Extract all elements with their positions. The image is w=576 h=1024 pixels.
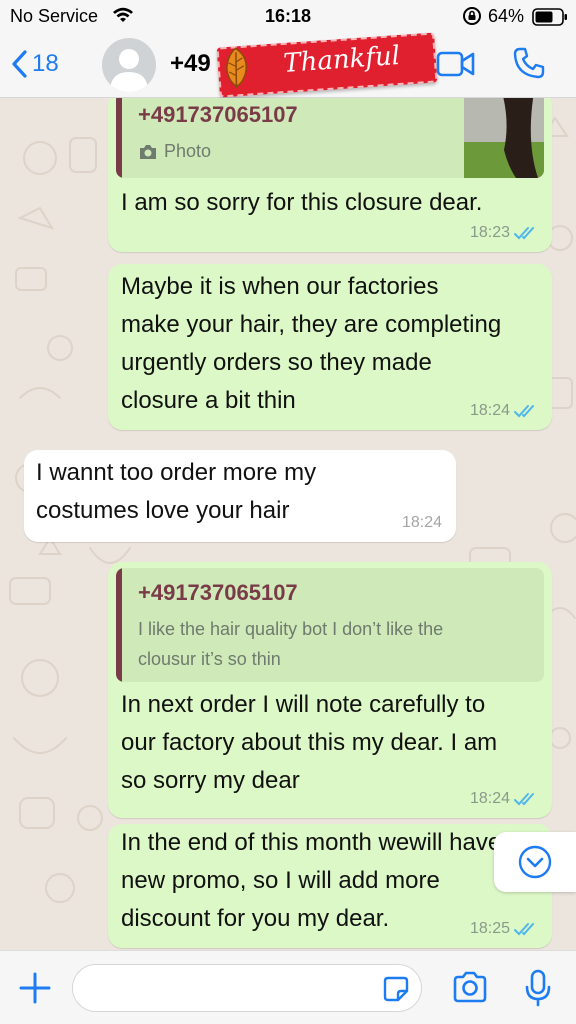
message-time: 18:24 <box>401 514 442 531</box>
chat-area[interactable]: +491737065107 Photo I am so sorry for th… <box>0 98 576 950</box>
quote-body: Photo <box>164 141 212 161</box>
unread-count: 18 <box>32 50 59 77</box>
message-input[interactable] <box>72 964 422 1012</box>
message-meta: 18:25 <box>470 920 538 938</box>
message-text: In next order I will note carefully to o… <box>121 686 497 800</box>
scroll-to-bottom-button[interactable] <box>494 832 576 892</box>
battery-icon <box>532 8 568 31</box>
leaf-icon <box>226 47 247 89</box>
plus-icon <box>19 972 51 1004</box>
chevron-left-icon <box>12 50 27 78</box>
person-icon <box>110 49 148 92</box>
chat-header: 18 +49 Thankful <box>0 32 576 98</box>
message-bubble-incoming[interactable]: I wannt too order more my costumes love … <box>24 450 456 542</box>
camera-button[interactable] <box>452 971 488 1008</box>
status-bar: No Service 16:18 64% <box>0 0 576 32</box>
video-camera-icon <box>436 51 475 77</box>
message-bubble-outgoing[interactable]: Maybe it is when our factories make your… <box>108 264 552 430</box>
double-check-icon <box>514 923 534 936</box>
message-time: 18:24 <box>469 402 510 419</box>
message-line: urgently orders so they made <box>121 349 432 376</box>
message-line: discount for you my dear. <box>121 905 390 932</box>
message-line: In the end of this month wewill have <box>121 829 502 856</box>
quote-line: I like the hair quality bot I don’t like… <box>138 619 444 639</box>
message-meta: 18:24 <box>470 790 538 808</box>
message-text: I wannt too order more my costumes love … <box>36 454 316 530</box>
quote-line: clousur it’s so thin <box>138 649 281 669</box>
message-line: new promo, so I will add more <box>121 867 440 894</box>
message-time: 18:24 <box>469 790 510 807</box>
camera-icon <box>453 971 487 1003</box>
battery-percent: 64% <box>488 6 525 26</box>
sticker-icon <box>383 976 409 1002</box>
quote-bar <box>116 98 122 178</box>
message-line: so sorry my dear <box>121 767 300 794</box>
message-line: I wannt too order more my <box>36 459 317 486</box>
thankful-sticker: Thankful <box>216 28 438 101</box>
phone-icon <box>513 47 545 79</box>
attach-button[interactable] <box>18 971 52 1010</box>
orientation-lock-icon <box>462 6 482 31</box>
message-bubble-outgoing[interactable]: +491737065107 I like the hair quality bo… <box>108 562 552 818</box>
message-line: make your hair, they are completing <box>121 311 502 338</box>
input-bar <box>0 950 576 1024</box>
voice-call-button[interactable] <box>512 46 546 85</box>
contact-name[interactable]: +49 <box>170 50 211 78</box>
sticker-button[interactable] <box>382 975 410 1008</box>
message-time: 18:25 <box>469 920 510 937</box>
quote-sender: +491737065107 <box>138 102 298 127</box>
photo-thumbnail[interactable] <box>464 98 544 178</box>
message-bubble-outgoing[interactable]: +491737065107 Photo I am so sorry for th… <box>108 98 552 252</box>
double-check-icon <box>514 405 534 418</box>
message-meta: 18:24 <box>402 514 442 532</box>
back-button[interactable]: 18 <box>10 46 59 82</box>
message-bubble-outgoing[interactable]: In the end of this month wewill have new… <box>108 824 552 948</box>
chevron-down-circle-icon <box>518 845 552 879</box>
quoted-message[interactable]: +491737065107 Photo <box>116 98 544 178</box>
message-line: Maybe it is when our factories <box>121 273 439 300</box>
double-check-icon <box>514 793 534 806</box>
message-meta: 18:23 <box>470 224 538 242</box>
photo-thumbnail-image <box>464 98 544 178</box>
message-line: closure a bit thin <box>121 387 296 414</box>
video-call-button[interactable] <box>436 48 476 85</box>
message-line: costumes love your hair <box>36 497 290 524</box>
message-line: our factory about this my dear. I am <box>121 729 498 756</box>
quote-bar <box>116 568 122 682</box>
message-line: In next order I will note carefully to <box>121 691 486 718</box>
camera-icon <box>140 145 156 159</box>
message-text: I am so sorry for this closure dear. <box>121 189 483 216</box>
microphone-icon <box>525 969 551 1007</box>
message-time: 18:23 <box>469 224 510 241</box>
microphone-button[interactable] <box>524 969 552 1012</box>
message-text: Maybe it is when our factories make your… <box>121 268 501 420</box>
double-check-icon <box>514 227 534 240</box>
avatar[interactable] <box>102 38 156 92</box>
message-meta: 18:24 <box>470 402 538 420</box>
quote-body: I like the hair quality bot I don’t like… <box>138 614 443 674</box>
message-text: In the end of this month wewill have new… <box>121 824 501 938</box>
quote-sender: +491737065107 <box>138 580 298 605</box>
quoted-message[interactable]: +491737065107 I like the hair quality bo… <box>116 568 544 682</box>
